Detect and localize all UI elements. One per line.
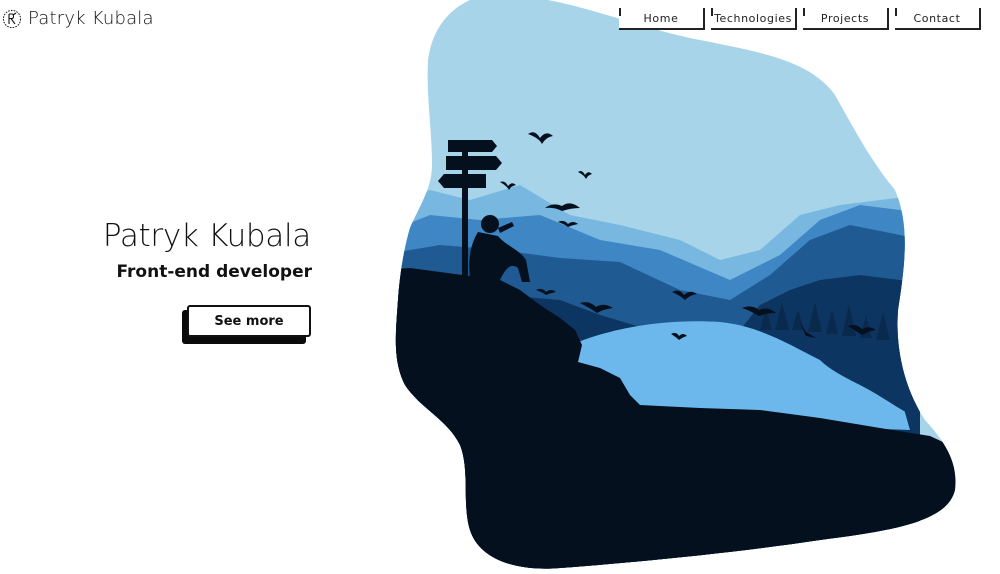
hero-illustration <box>395 0 956 569</box>
nav-contact-button[interactable]: Contact <box>895 8 981 30</box>
nav-technologies-button[interactable]: Technologies <box>711 8 797 30</box>
nav-home-button[interactable]: Home <box>619 8 705 30</box>
page: Patryk Kubala Home Technologies Projects… <box>0 0 1000 574</box>
main-nav: Home Technologies Projects Contact <box>619 8 981 30</box>
nav-projects-button[interactable]: Projects <box>803 8 889 30</box>
